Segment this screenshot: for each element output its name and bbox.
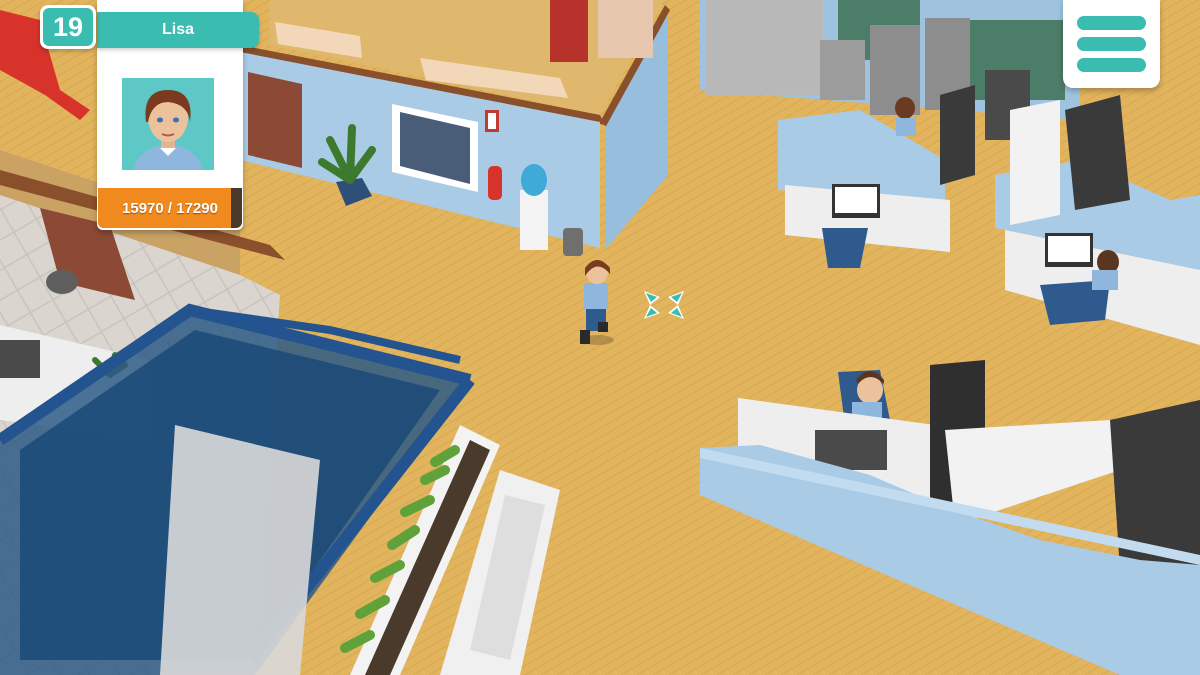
avatar — [122, 78, 214, 170]
player-portrait[interactable] — [122, 78, 214, 170]
move-target-marker-icon — [644, 291, 684, 319]
level-badge: 19 — [40, 5, 96, 49]
xp-progress-bar: 15970 / 17290 — [98, 188, 242, 228]
level-number: 19 — [43, 8, 93, 46]
menu-button[interactable] — [1063, 0, 1160, 88]
player-name-label: Lisa — [97, 12, 259, 48]
xp-progress-text: 15970 / 17290 — [122, 199, 218, 217]
